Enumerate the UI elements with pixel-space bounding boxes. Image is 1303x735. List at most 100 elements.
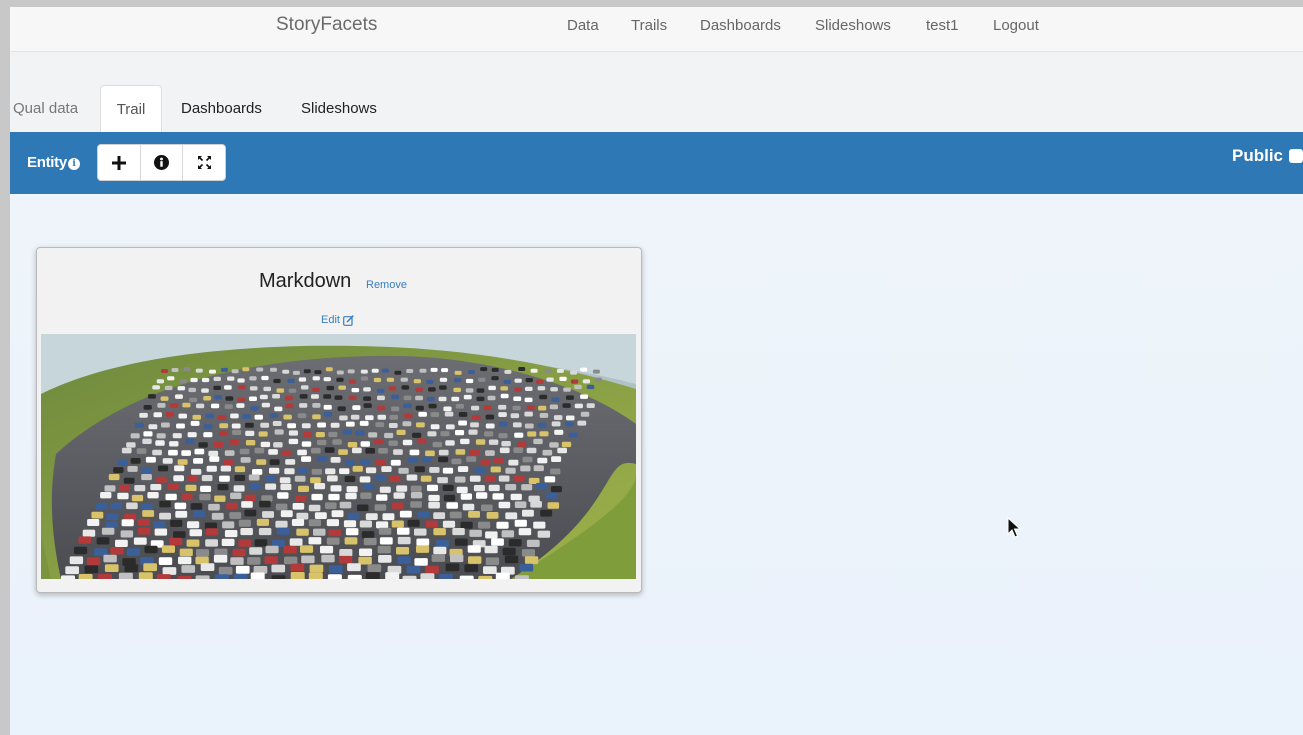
car-shape bbox=[546, 492, 558, 499]
car-shape bbox=[231, 369, 239, 374]
car-shape bbox=[403, 403, 412, 409]
car-shape bbox=[397, 527, 410, 535]
car-shape bbox=[347, 512, 360, 520]
car-shape bbox=[280, 510, 293, 518]
car-shape bbox=[533, 438, 543, 445]
car-shape bbox=[554, 429, 564, 435]
tab-slideshows[interactable]: Slideshows bbox=[301, 85, 377, 132]
car-shape bbox=[415, 387, 423, 393]
car-shape bbox=[502, 547, 516, 556]
car-shape bbox=[425, 565, 439, 574]
car-shape bbox=[134, 422, 144, 428]
mouse-cursor-icon bbox=[1007, 517, 1021, 538]
car-shape bbox=[106, 513, 119, 521]
car-shape bbox=[566, 415, 575, 421]
car-shape bbox=[484, 545, 498, 554]
car-shape bbox=[153, 521, 166, 528]
car-shape bbox=[288, 388, 297, 393]
car-shape bbox=[258, 431, 268, 437]
fullscreen-button[interactable] bbox=[183, 145, 225, 180]
car-shape bbox=[256, 367, 264, 372]
car-shape bbox=[271, 564, 286, 573]
car-shape bbox=[442, 484, 454, 491]
nav-data[interactable]: Data bbox=[567, 17, 599, 34]
car-shape bbox=[381, 466, 392, 472]
car-shape bbox=[254, 447, 265, 454]
car-shape bbox=[272, 421, 282, 426]
car-shape bbox=[127, 466, 138, 472]
car-shape bbox=[470, 422, 479, 428]
car-shape bbox=[219, 475, 230, 482]
car-shape bbox=[165, 493, 177, 501]
car-shape bbox=[561, 441, 572, 448]
brand-logo[interactable]: StoryFacets bbox=[276, 14, 377, 36]
car-shape bbox=[325, 502, 337, 509]
car-shape bbox=[224, 459, 234, 465]
car-shape bbox=[521, 549, 535, 557]
car-shape bbox=[402, 439, 413, 446]
car-shape bbox=[201, 388, 209, 393]
trail-canvas: Markdown Remove Edit bbox=[10, 194, 1303, 735]
car-shape bbox=[406, 565, 421, 574]
car-shape bbox=[414, 558, 428, 566]
car-shape bbox=[391, 406, 400, 412]
car-shape bbox=[488, 385, 496, 391]
car-shape bbox=[379, 486, 391, 493]
car-shape bbox=[126, 442, 136, 448]
car-shape bbox=[442, 467, 454, 474]
public-checkbox[interactable] bbox=[1289, 149, 1303, 163]
car-shape bbox=[537, 457, 548, 464]
car-shape bbox=[302, 432, 312, 438]
car-shape bbox=[115, 539, 128, 547]
car-shape bbox=[410, 492, 423, 499]
car-shape bbox=[415, 395, 423, 401]
car-shape bbox=[332, 439, 342, 445]
car-shape bbox=[237, 378, 245, 383]
tab-dashboards[interactable]: Dashboards bbox=[181, 85, 262, 132]
car-shape bbox=[350, 414, 360, 420]
car-shape bbox=[325, 468, 336, 475]
nav-logout[interactable]: Logout bbox=[993, 17, 1039, 34]
info-button[interactable] bbox=[141, 145, 184, 180]
nav-slideshows[interactable]: Slideshows bbox=[815, 17, 891, 34]
car-shape bbox=[427, 431, 437, 437]
car-shape bbox=[570, 370, 578, 375]
car-shape bbox=[389, 414, 398, 420]
car-shape bbox=[550, 387, 558, 392]
car-shape bbox=[177, 459, 188, 465]
nav-user[interactable]: test1 bbox=[926, 17, 959, 34]
car-shape bbox=[454, 538, 468, 546]
car-shape bbox=[78, 536, 92, 544]
car-shape bbox=[215, 574, 229, 579]
car-shape bbox=[533, 465, 544, 472]
car-shape bbox=[98, 573, 112, 579]
car-shape bbox=[61, 575, 75, 579]
car-shape bbox=[280, 483, 292, 491]
car-shape bbox=[315, 432, 325, 438]
car-shape bbox=[363, 403, 372, 408]
nav-trails[interactable]: Trails bbox=[631, 17, 667, 34]
car-shape bbox=[426, 379, 434, 385]
car-shape bbox=[235, 565, 250, 574]
car-shape bbox=[371, 368, 379, 373]
car-shape bbox=[296, 528, 309, 536]
edit-link[interactable]: Edit bbox=[321, 314, 354, 326]
entity-info-icon[interactable]: i bbox=[67, 158, 80, 170]
car-shape bbox=[360, 459, 371, 465]
markdown-card[interactable]: Markdown Remove Edit bbox=[36, 247, 642, 593]
car-shape bbox=[582, 379, 591, 384]
car-shape bbox=[562, 403, 571, 408]
public-toggle[interactable]: Public bbox=[1232, 146, 1303, 166]
car-shape bbox=[432, 441, 442, 448]
car-shape bbox=[445, 563, 460, 572]
tab-trail[interactable]: Trail bbox=[100, 85, 162, 132]
nav-dashboards[interactable]: Dashboards bbox=[700, 17, 781, 34]
car-shape bbox=[275, 520, 288, 528]
car-shape bbox=[86, 557, 101, 566]
car-shape bbox=[539, 431, 549, 437]
car-shape bbox=[189, 529, 202, 537]
remove-link[interactable]: Remove bbox=[366, 279, 407, 291]
tab-qual-data[interactable]: Qual data bbox=[13, 85, 78, 132]
car-shape bbox=[485, 450, 495, 456]
add-entity-button[interactable] bbox=[98, 145, 141, 180]
